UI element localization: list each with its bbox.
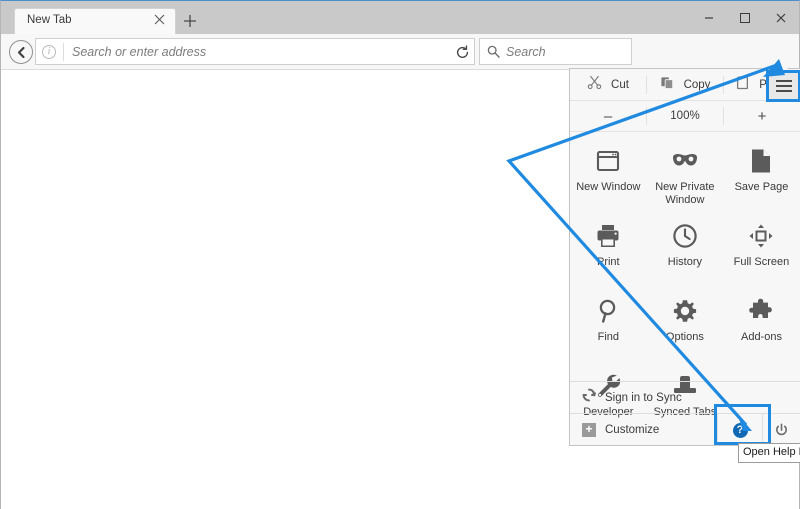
menu-item-label: New Window	[576, 181, 641, 193]
search-icon	[487, 45, 500, 58]
menu-item-label: Add-ons	[740, 331, 782, 343]
menu-item-history[interactable]: History	[647, 211, 724, 286]
scissors-icon	[587, 75, 602, 95]
full-screen-icon	[748, 221, 774, 251]
maximize-icon	[740, 12, 750, 23]
reload-icon[interactable]	[451, 41, 473, 63]
menu-item-label: Find	[597, 331, 619, 343]
help-glyph: ?	[732, 422, 748, 438]
sign-in-to-sync-button[interactable]: Sign in to Sync	[570, 381, 800, 413]
menu-item-new-private-window[interactable]: New Private Window	[647, 136, 724, 211]
magnifier-find-icon	[595, 296, 621, 326]
cut-button[interactable]: Cut	[570, 69, 646, 100]
menu-item-full-screen[interactable]: Full Screen	[723, 211, 800, 286]
copy-label: Copy	[683, 78, 711, 91]
zoom-controls-row: – 100% +	[570, 101, 800, 132]
menu-item-options[interactable]: Options	[647, 286, 724, 361]
zoom-out-button[interactable]: –	[570, 101, 646, 131]
close-icon[interactable]	[152, 13, 167, 28]
menu-item-label: History	[667, 256, 702, 268]
address-divider	[63, 42, 64, 61]
info-icon[interactable]: i	[42, 44, 56, 59]
menu-item-label: New Private Window	[655, 181, 715, 206]
zoom-out-label: –	[603, 107, 613, 125]
copy-icon	[660, 75, 675, 95]
new-tab-button[interactable]	[181, 14, 199, 32]
customize-row: + Customize ?	[570, 413, 800, 446]
gear-options-icon	[672, 296, 698, 326]
menu-item-label: Options	[665, 331, 704, 343]
menu-item-label: Full Screen	[733, 256, 790, 268]
printer-icon	[595, 221, 621, 251]
zoom-in-label: +	[757, 107, 767, 125]
menu-item-label: Print	[596, 256, 620, 268]
menu-item-label: Save Page	[734, 181, 789, 193]
hamburger-menu-icon[interactable]	[766, 70, 800, 102]
maximize-button[interactable]	[727, 1, 763, 34]
puzzle-addons-icon	[748, 296, 774, 326]
copy-button[interactable]: Copy	[647, 69, 723, 100]
menu-item-save-page[interactable]: Save Page	[723, 136, 800, 211]
browser-window: New Tab i Search or enter address Search…	[0, 0, 800, 509]
sync-icon	[582, 388, 597, 407]
hamburger-line	[775, 90, 792, 92]
zoom-level-label: 100%	[670, 110, 700, 122]
hamburger-line	[775, 80, 792, 82]
firefox-menu-panel: Cut Copy Paste –	[569, 60, 800, 446]
tooltip: Open Help Me	[738, 443, 800, 463]
address-input[interactable]: Search or enter address	[72, 45, 206, 59]
zoom-in-button[interactable]: +	[724, 101, 800, 131]
hamburger-line	[775, 85, 792, 87]
window-controls	[691, 1, 799, 34]
title-bar: New Tab	[1, 1, 799, 34]
menu-panel-footer: Sign in to Sync + Customize ?	[570, 381, 800, 446]
menu-item-new-window[interactable]: New Window	[570, 136, 647, 211]
minimize-button[interactable]	[691, 1, 727, 34]
window-close-button[interactable]	[763, 1, 799, 34]
menu-item-find[interactable]: Find	[570, 286, 647, 361]
back-arrow-icon[interactable]	[9, 40, 33, 64]
sync-label: Sign in to Sync	[605, 391, 682, 404]
paste-icon	[735, 75, 750, 95]
zoom-level-reset-button[interactable]: 100%	[647, 101, 723, 131]
clock-history-icon	[672, 221, 698, 251]
cut-label: Cut	[611, 78, 629, 91]
tab-label: New Tab	[27, 14, 72, 26]
panel-pointer-arrow	[768, 60, 788, 69]
search-input[interactable]: Search	[506, 45, 546, 59]
navigation-toolbar: i Search or enter address Search	[1, 34, 800, 102]
menu-item-print[interactable]: Print	[570, 211, 647, 286]
private-browsing-mask-icon	[671, 146, 699, 176]
plus-square-icon[interactable]: +	[582, 422, 596, 437]
customize-label[interactable]: Customize	[605, 424, 659, 436]
address-bar[interactable]: i Search or enter address	[35, 38, 475, 65]
search-bar[interactable]: Search	[479, 38, 632, 65]
help-question-icon[interactable]: ?	[717, 414, 763, 446]
power-quit-icon[interactable]	[763, 414, 800, 446]
browser-tab[interactable]: New Tab	[15, 9, 175, 34]
new-window-icon	[595, 146, 621, 176]
menu-item-add-ons[interactable]: Add-ons	[723, 286, 800, 361]
save-page-icon	[750, 146, 772, 176]
